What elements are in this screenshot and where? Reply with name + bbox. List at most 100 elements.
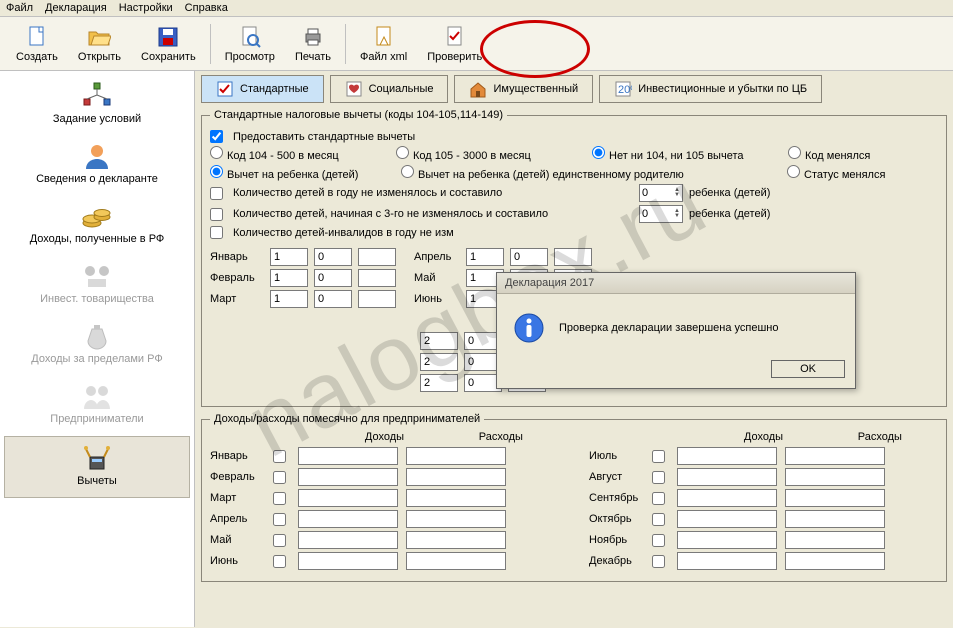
sep-income[interactable] <box>677 489 777 507</box>
tab-property[interactable]: Имущественный <box>454 75 593 103</box>
mar-cb[interactable] <box>273 492 286 505</box>
mar-v2[interactable] <box>314 290 352 308</box>
sidebar-label: Инвест. товарищества <box>40 293 154 305</box>
children-from3-spinner[interactable]: 0▲▼ <box>639 205 683 223</box>
tab-invest-loss[interactable]: 20% Инвестиционные и убытки по ЦБ <box>599 75 822 103</box>
nov-income[interactable] <box>677 531 777 549</box>
handshake-icon <box>80 261 114 291</box>
sidebar-item-income-abroad[interactable]: Доходы за пределами РФ <box>0 315 194 375</box>
jan-v1[interactable] <box>270 248 308 266</box>
tab-label: Имущественный <box>493 83 578 95</box>
apr-expense[interactable] <box>406 510 506 528</box>
dec-cb[interactable] <box>652 555 665 568</box>
jul-income[interactable] <box>677 447 777 465</box>
oct-cb[interactable] <box>652 513 665 526</box>
mar-v1[interactable] <box>270 290 308 308</box>
sidebar-item-entrepreneurs[interactable]: Предприниматели <box>0 375 194 435</box>
dec-expense[interactable] <box>785 552 885 570</box>
radio-child-deduction[interactable]: Вычет на ребенка (детей) <box>210 165 395 181</box>
jan-income[interactable] <box>298 447 398 465</box>
jun-cb[interactable] <box>273 555 286 568</box>
apr-v3[interactable] <box>554 248 592 266</box>
radio-code105[interactable]: Код 105 - 3000 в месяц <box>396 146 586 162</box>
radio-no104-105[interactable]: Нет ни 104, ни 105 вычета <box>592 146 782 162</box>
aug-cb[interactable] <box>652 471 665 484</box>
mar-expense[interactable] <box>406 489 506 507</box>
may-expense[interactable] <box>406 531 506 549</box>
menu-settings[interactable]: Настройки <box>119 2 173 14</box>
radio-code-changed[interactable]: Код менялся <box>788 146 870 162</box>
save-button[interactable]: Сохранить <box>131 23 206 65</box>
nov-cb[interactable] <box>652 534 665 547</box>
radio-code104[interactable]: Код 104 - 500 в месяц <box>210 146 390 162</box>
menu-declaration[interactable]: Декларация <box>45 2 107 14</box>
nov-expense[interactable] <box>785 531 885 549</box>
children-count-label: Количество детей в году не изменялось и … <box>233 187 633 199</box>
children-count-checkbox[interactable] <box>210 187 223 200</box>
sidebar-item-conditions[interactable]: Задание условий <box>0 75 194 135</box>
sidebar-item-deductions[interactable]: Вычеты <box>4 436 190 498</box>
jan-v2[interactable] <box>314 248 352 266</box>
create-button[interactable]: Создать <box>6 23 68 65</box>
feb-v2[interactable] <box>314 269 352 287</box>
jun-income[interactable] <box>298 552 398 570</box>
feb-income[interactable] <box>298 468 398 486</box>
r8-v1[interactable] <box>420 353 458 371</box>
tab-social[interactable]: Социальные <box>330 75 449 103</box>
r7-v1[interactable] <box>420 332 458 350</box>
oct-expense[interactable] <box>785 510 885 528</box>
open-label: Открыть <box>78 51 121 63</box>
radio-status-changed[interactable]: Статус менялся <box>787 165 885 181</box>
sidebar-item-declarant[interactable]: Сведения о декларанте <box>0 135 194 195</box>
mar-income[interactable] <box>298 489 398 507</box>
feb-cb[interactable] <box>273 471 286 484</box>
children-count-spinner[interactable]: 0▲▼ <box>639 184 683 202</box>
children-from3-checkbox[interactable] <box>210 208 223 221</box>
menu-help[interactable]: Справка <box>185 2 228 14</box>
save-icon <box>156 25 180 49</box>
xml-file-icon <box>372 25 396 49</box>
print-icon <box>301 25 325 49</box>
dec-income[interactable] <box>677 552 777 570</box>
mar-v3[interactable] <box>358 290 396 308</box>
feb-v3[interactable] <box>358 269 396 287</box>
aug-expense[interactable] <box>785 468 885 486</box>
provide-standard-checkbox[interactable] <box>210 130 223 143</box>
jul-expense[interactable] <box>785 447 885 465</box>
may-cb[interactable] <box>273 534 286 547</box>
m-oct: Октябрь <box>589 513 644 525</box>
apr-cb[interactable] <box>273 513 286 526</box>
open-button[interactable]: Открыть <box>68 23 131 65</box>
may-income[interactable] <box>298 531 398 549</box>
feb-v1[interactable] <box>270 269 308 287</box>
m-aug: Август <box>589 471 644 483</box>
preview-button[interactable]: Просмотр <box>215 23 285 65</box>
jun-expense[interactable] <box>406 552 506 570</box>
aug-income[interactable] <box>677 468 777 486</box>
m-nov: Ноябрь <box>589 534 644 546</box>
sidebar: Задание условий Сведения о декларанте До… <box>0 71 195 627</box>
check-button[interactable]: Проверить <box>417 23 492 65</box>
r9-v1[interactable] <box>420 374 458 392</box>
apr-v1[interactable] <box>466 248 504 266</box>
feb-expense[interactable] <box>406 468 506 486</box>
jul-cb[interactable] <box>652 450 665 463</box>
jan-cb[interactable] <box>273 450 286 463</box>
sidebar-item-invest[interactable]: Инвест. товарищества <box>0 255 194 315</box>
apr-income[interactable] <box>298 510 398 528</box>
jan-expense[interactable] <box>406 447 506 465</box>
children-disabled-checkbox[interactable] <box>210 226 223 239</box>
xml-button[interactable]: Файл xml <box>350 23 417 65</box>
apr-v2[interactable] <box>510 248 548 266</box>
tab-standard[interactable]: Стандартные <box>201 75 324 103</box>
print-button[interactable]: Печать <box>285 23 341 65</box>
ok-button[interactable]: OK <box>771 360 845 378</box>
sep-expense[interactable] <box>785 489 885 507</box>
sidebar-item-income-rf[interactable]: Доходы, полученные в РФ <box>0 195 194 255</box>
jan-v3[interactable] <box>358 248 396 266</box>
m-may: Май <box>210 534 265 546</box>
radio-child-single-parent[interactable]: Вычет на ребенка (детей) единственному р… <box>401 165 781 181</box>
menu-file[interactable]: Файл <box>6 2 33 14</box>
oct-income[interactable] <box>677 510 777 528</box>
sep-cb[interactable] <box>652 492 665 505</box>
